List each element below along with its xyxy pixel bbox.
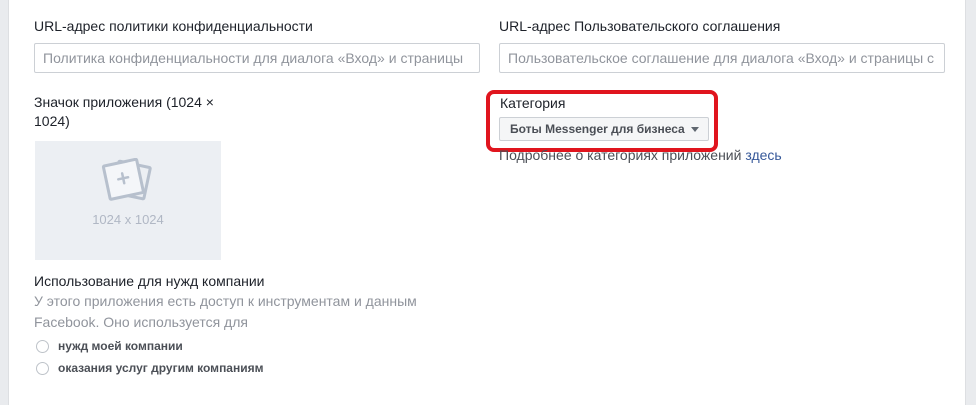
business-use-description-line2: Facebook. Оно используется для xyxy=(34,314,248,330)
category-more-text: Подробнее о категориях приложений xyxy=(499,147,746,163)
app-icon-label-line2: 1024) xyxy=(34,113,70,129)
category-label: Категория xyxy=(500,95,566,111)
radio-other-businesses-label: оказания услуг другим компаниям xyxy=(58,361,264,375)
terms-of-service-label: URL-адрес Пользовательского соглашения xyxy=(499,18,781,34)
radio-other-businesses[interactable]: оказания услуг другим компаниям xyxy=(36,361,264,375)
icon-size-text: 1024 x 1024 xyxy=(92,212,164,227)
privacy-policy-label: URL-адрес политики конфиденциальности xyxy=(34,18,313,34)
radio-own-business-label: нужд моей компании xyxy=(58,339,183,353)
business-use-description: У этого приложения есть доступ к инструм… xyxy=(34,291,417,333)
category-selected-value: Боты Messenger для бизнеса xyxy=(510,122,685,136)
category-more-info: Подробнее о категориях приложений здесь xyxy=(499,146,782,165)
chevron-down-icon xyxy=(690,127,699,132)
radio-own-business[interactable]: нужд моей компании xyxy=(36,339,183,353)
terms-of-service-input[interactable] xyxy=(499,43,945,73)
category-dropdown[interactable]: Боты Messenger для бизнеса xyxy=(499,117,709,141)
radio-circle[interactable] xyxy=(36,339,49,353)
business-use-description-line1: У этого приложения есть доступ к инструм… xyxy=(34,293,417,309)
image-placeholder-icon xyxy=(101,158,152,201)
app-settings-card: URL-адрес политики конфиденциальности UR… xyxy=(8,0,966,405)
privacy-policy-input[interactable] xyxy=(34,43,480,73)
app-icon-label-line1: Значок приложения (1024 × xyxy=(34,94,214,110)
radio-circle[interactable] xyxy=(36,361,49,375)
app-icon-upload[interactable]: 1024 x 1024 xyxy=(35,141,221,260)
category-more-link[interactable]: здесь xyxy=(745,147,781,163)
app-icon-label: Значок приложения (1024 × 1024) xyxy=(34,93,214,131)
business-use-title: Использование для нужд компании xyxy=(34,273,265,289)
